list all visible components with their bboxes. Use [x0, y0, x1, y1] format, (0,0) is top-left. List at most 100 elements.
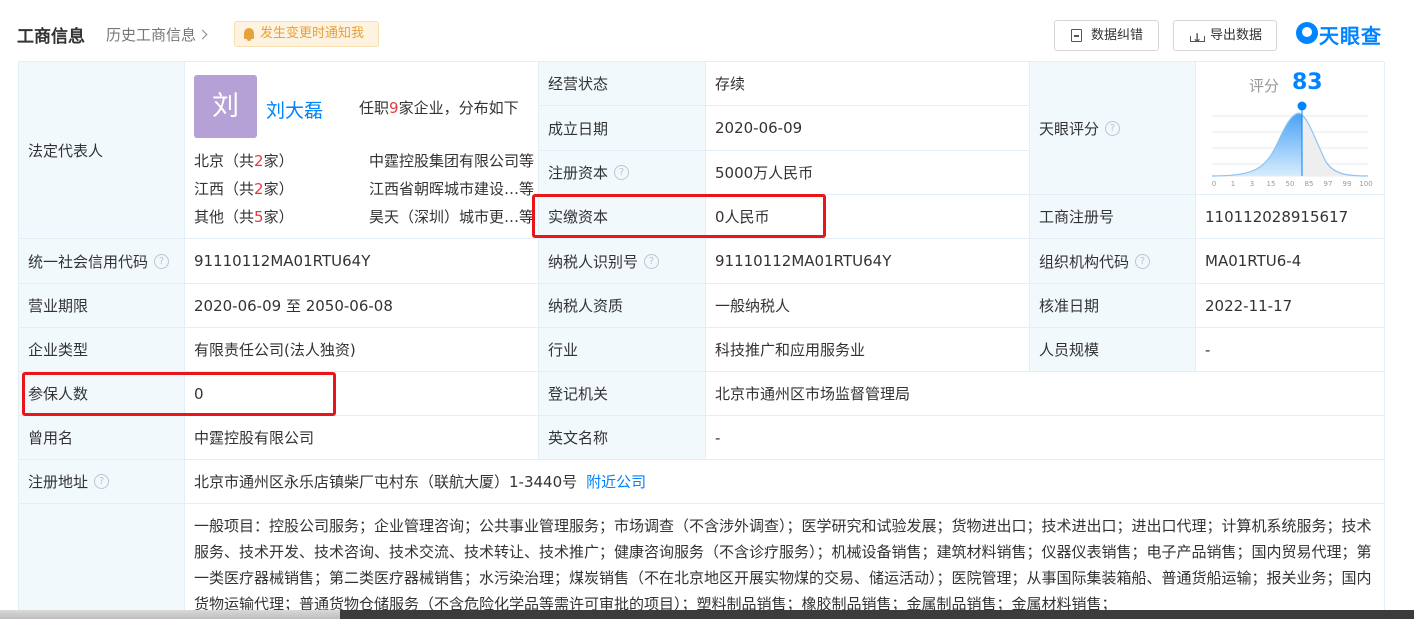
scope-value: 一般项目：控股公司服务；企业管理咨询；公共事业管理服务；市场调查（不含涉外调查）…	[194, 517, 1372, 613]
document-icon	[1071, 29, 1082, 42]
taxpayer-qual-label-cell: 纳税人资质	[539, 284, 706, 328]
region-company[interactable]: 江西省朝晖城市建设…	[369, 178, 519, 199]
correct-data-label[interactable]: 数据纠错	[1091, 28, 1143, 43]
industry-label-cell: 行业	[539, 328, 706, 372]
address-value: 北京市通州区永乐店镇柴厂屯村东（联航大厦）1-3440号	[194, 473, 578, 491]
reg-capital-value: 5000万人民币	[715, 164, 814, 182]
approval-date-value-cell: 2022-11-17	[1196, 284, 1385, 328]
export-data-label[interactable]: 导出数据	[1210, 28, 1262, 43]
taxpayer-qual-label: 纳税人资质	[548, 297, 624, 315]
region-count: 2	[254, 152, 264, 170]
founded-label: 成立日期	[548, 119, 609, 138]
region-label: 江西（共2家）	[194, 178, 294, 199]
nearby-companies-link[interactable]: 附近公司	[586, 471, 646, 492]
posts-prefix: 任职	[359, 99, 390, 117]
export-data-button[interactable]: 导出数据	[1173, 20, 1277, 53]
type-label: 企业类型	[28, 341, 89, 359]
avatar[interactable]: 刘	[194, 75, 257, 138]
term-value-cell: 2020-06-09 至 2050-06-08	[185, 284, 539, 328]
highlight-box	[532, 194, 826, 238]
region-company[interactable]: 中霆控股集团有限公司	[369, 150, 519, 171]
biz-reg-no-label: 工商注册号	[1039, 208, 1115, 226]
download-icon	[1190, 24, 1205, 53]
address-label-cell: 注册地址?	[19, 460, 185, 504]
score-axis-ticks: 0 1 3 15 50 85 97 99 100	[1212, 180, 1373, 188]
region-company[interactable]: 昊天（深圳）城市更…	[369, 206, 519, 227]
industry-label: 行业	[548, 341, 579, 359]
authority-label-cell: 登记机关	[539, 372, 706, 416]
legal-rep-name[interactable]: 刘大磊	[266, 96, 323, 123]
founded-value: 2020-06-09	[715, 119, 803, 137]
score-axis-tick: 3	[1250, 180, 1254, 188]
region-prefix: 江西（共	[194, 180, 255, 198]
score-marker-pin	[1297, 101, 1307, 111]
staff-size-label: 人员规模	[1039, 341, 1100, 359]
score-axis-tick: 1	[1231, 180, 1235, 188]
bell-icon	[244, 28, 254, 41]
credit-code-value-cell: 91110112MA01RTU64Y	[185, 239, 539, 284]
scrollbar-thumb[interactable]	[340, 610, 1414, 619]
authority-value: 北京市通州区市场监督管理局	[715, 385, 911, 403]
logo-text: 天眼查	[1319, 24, 1382, 48]
former-name-label: 曾用名	[28, 429, 74, 447]
taxpayer-qual-value: 一般纳税人	[715, 297, 791, 315]
status-value: 存续	[715, 75, 746, 93]
biz-reg-no-value: 110112028915617	[1205, 207, 1349, 226]
business-info-table: 法定代表人 刘 刘大磊 任职9家企业，分布如下 北京（共2家） 中霆控股集团有限…	[18, 61, 1385, 619]
tianyan-score-label-cell: 天眼评分?	[1030, 62, 1196, 195]
type-value: 有限责任公司(法人独资)	[194, 341, 356, 359]
region-prefix: 其他（共	[194, 208, 255, 226]
english-name-label-cell: 英文名称	[539, 416, 706, 460]
term-label-cell: 营业期限	[19, 284, 185, 328]
org-code-value: MA01RTU6-4	[1205, 252, 1302, 270]
status-value-cell: 存续	[706, 62, 1030, 106]
help-icon[interactable]: ?	[154, 253, 170, 269]
founded-label-cell: 成立日期	[539, 106, 706, 151]
reg-capital-value-cell: 5000万人民币	[706, 151, 1030, 195]
taxpayer-qual-value-cell: 一般纳税人	[706, 284, 1030, 328]
founded-value-cell: 2020-06-09	[706, 106, 1030, 151]
scope-label-cell	[19, 504, 185, 619]
industry-value: 科技推广和应用服务业	[715, 341, 866, 359]
reg-capital-label: 注册资本	[548, 164, 609, 182]
approval-date-label-cell: 核准日期	[1030, 284, 1196, 328]
score-axis-tick: 100	[1359, 180, 1372, 188]
region-row[interactable]: 江西（共2家） 江西省朝晖城市建设… 等	[194, 178, 534, 200]
region-count: 2	[254, 180, 264, 198]
notify-button[interactable]: 发生变更时通知我	[234, 21, 379, 47]
staff-size-label-cell: 人员规模	[1030, 328, 1196, 372]
posts-count: 9	[389, 99, 399, 117]
former-name-label-cell: 曾用名	[19, 416, 185, 460]
region-suffix: 家）	[263, 152, 294, 170]
term-label: 营业期限	[28, 297, 89, 315]
staff-size-value: -	[1205, 340, 1211, 359]
help-icon[interactable]: ?	[614, 165, 630, 180]
score-curve-rest	[1302, 114, 1368, 176]
score-axis-tick: 0	[1212, 180, 1216, 188]
horizontal-scrollbar[interactable]	[0, 610, 1414, 619]
history-link-label[interactable]: 历史工商信息	[106, 26, 196, 44]
history-link[interactable]: 历史工商信息	[106, 24, 208, 45]
type-value-cell: 有限责任公司(法人独资)	[185, 328, 539, 372]
biz-reg-no-label-cell: 工商注册号	[1030, 195, 1196, 239]
help-icon[interactable]: ?	[1105, 120, 1121, 136]
score-axis-tick: 50	[1286, 180, 1295, 188]
english-name-label: 英文名称	[548, 429, 609, 447]
region-label: 其他（共5家）	[194, 206, 294, 227]
help-icon[interactable]: ?	[1135, 253, 1151, 269]
taxpayer-id-value-cell: 91110112MA01RTU64Y	[706, 239, 1030, 284]
help-icon[interactable]: ?	[644, 253, 660, 269]
section-header: 工商信息 历史工商信息 发生变更时通知我 数据纠错 导出数据 天眼查	[0, 0, 1414, 62]
notify-label[interactable]: 发生变更时通知我	[260, 26, 364, 41]
region-row[interactable]: 北京（共2家） 中霆控股集团有限公司 等	[194, 150, 534, 172]
org-code-value-cell: MA01RTU6-4	[1196, 239, 1385, 284]
region-count: 5	[254, 208, 264, 226]
help-icon[interactable]: ?	[94, 474, 110, 489]
industry-value-cell: 科技推广和应用服务业	[706, 328, 1030, 372]
correct-data-button[interactable]: 数据纠错	[1054, 20, 1159, 51]
score-axis-tick: 85	[1305, 180, 1314, 188]
org-code-label: 组织机构代码	[1039, 252, 1130, 271]
approval-date-label: 核准日期	[1039, 297, 1100, 315]
score-cell[interactable]: 评分 83 0 1 3 15 50 85 97 99 100	[1196, 62, 1385, 195]
region-row[interactable]: 其他（共5家） 昊天（深圳）城市更… 等	[194, 206, 534, 228]
